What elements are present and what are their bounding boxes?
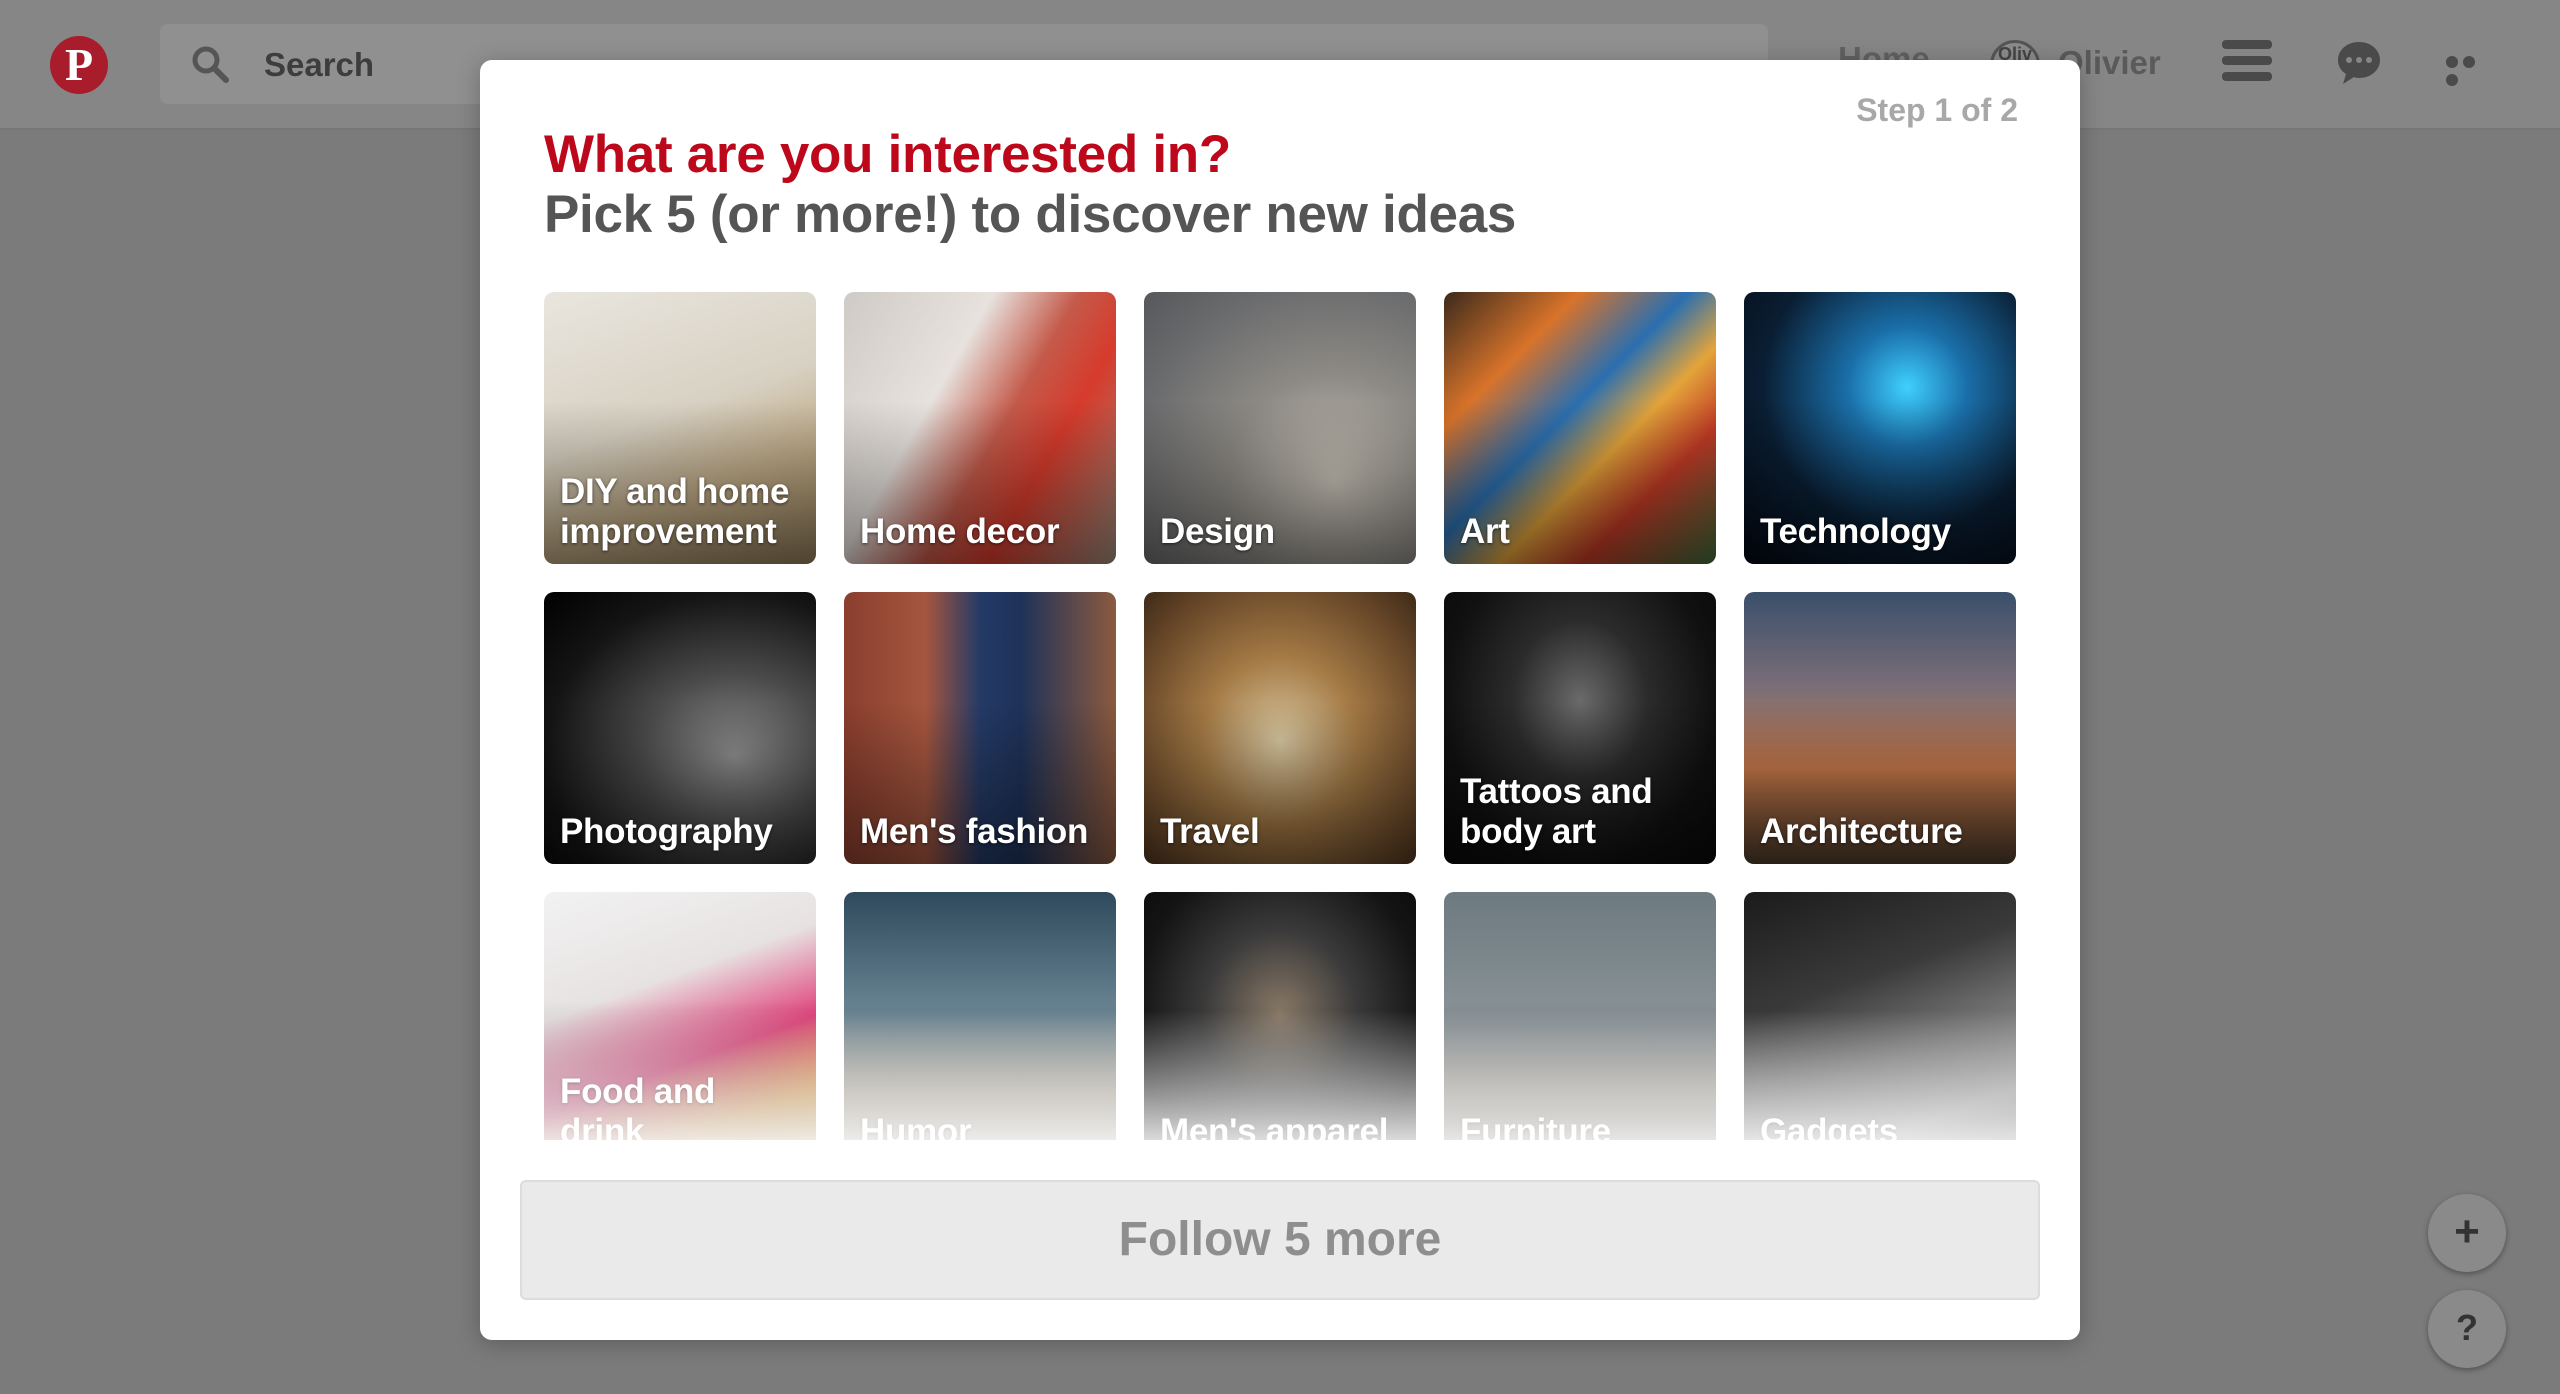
pinterest-logo-icon[interactable]: P: [50, 36, 108, 94]
topic-tile-architecture[interactable]: Architecture: [1744, 592, 2016, 864]
topics-grid-scroll[interactable]: DIY and home improvement Home decor Desi…: [544, 292, 2018, 1140]
topic-label: Technology: [1760, 512, 1951, 551]
topic-label: Photography: [560, 812, 773, 851]
topic-label: Furniture: [1460, 1112, 1611, 1140]
messages-icon[interactable]: [2334, 38, 2384, 88]
topic-label: Travel: [1160, 812, 1260, 851]
topic-tile-photography[interactable]: Photography: [544, 592, 816, 864]
topic-label: Art: [1460, 512, 1510, 551]
topic-label: Architecture: [1760, 812, 1963, 851]
topic-tile-food-drink[interactable]: Food and drink: [544, 892, 816, 1140]
modal-subtitle: Pick 5 (or more!) to discover new ideas: [544, 185, 1517, 244]
modal-title: What are you interested in?: [544, 125, 1231, 184]
interests-modal: Step 1 of 2 What are you interested in? …: [480, 60, 2080, 1340]
topic-label: Tattoos and body art: [1460, 772, 1653, 851]
add-pin-button[interactable]: +: [2428, 1194, 2506, 1272]
topic-label: DIY and home improvement: [560, 472, 790, 551]
topic-tile-design[interactable]: Design: [1144, 292, 1416, 564]
topic-label: Humor: [860, 1112, 972, 1140]
topic-tile-gadgets[interactable]: Gadgets: [1744, 892, 2016, 1140]
topic-label: Food and drink: [560, 1072, 716, 1140]
topic-tile-furniture[interactable]: Furniture: [1444, 892, 1716, 1140]
help-button[interactable]: ?: [2428, 1290, 2506, 1368]
topic-label: Gadgets: [1760, 1112, 1898, 1140]
topic-tile-diy[interactable]: DIY and home improvement: [544, 292, 816, 564]
topic-tile-humor[interactable]: Humor: [844, 892, 1116, 1140]
topic-tile-technology[interactable]: Technology: [1744, 292, 2016, 564]
topic-label: Men's apparel: [1160, 1112, 1389, 1140]
search-placeholder: Search: [264, 46, 375, 83]
topic-label: Men's fashion: [860, 812, 1089, 851]
search-icon: [192, 46, 229, 83]
menu-icon[interactable]: [2222, 40, 2272, 90]
topic-tile-mens-fashion[interactable]: Men's fashion: [844, 592, 1116, 864]
step-indicator: Step 1 of 2: [1856, 92, 2018, 128]
topic-label: Design: [1160, 512, 1275, 551]
topic-tile-art[interactable]: Art: [1444, 292, 1716, 564]
topic-tile-home-decor[interactable]: Home decor: [844, 292, 1116, 564]
more-options-icon[interactable]: [2446, 55, 2496, 86]
topic-tile-travel[interactable]: Travel: [1144, 592, 1416, 864]
topic-tile-tattoos[interactable]: Tattoos and body art: [1444, 592, 1716, 864]
topics-grid: DIY and home improvement Home decor Desi…: [544, 292, 2018, 1140]
topic-label: Home decor: [860, 512, 1060, 551]
topic-tile-mens-apparel[interactable]: Men's apparel: [1144, 892, 1416, 1140]
follow-more-button[interactable]: Follow 5 more: [520, 1180, 2040, 1300]
